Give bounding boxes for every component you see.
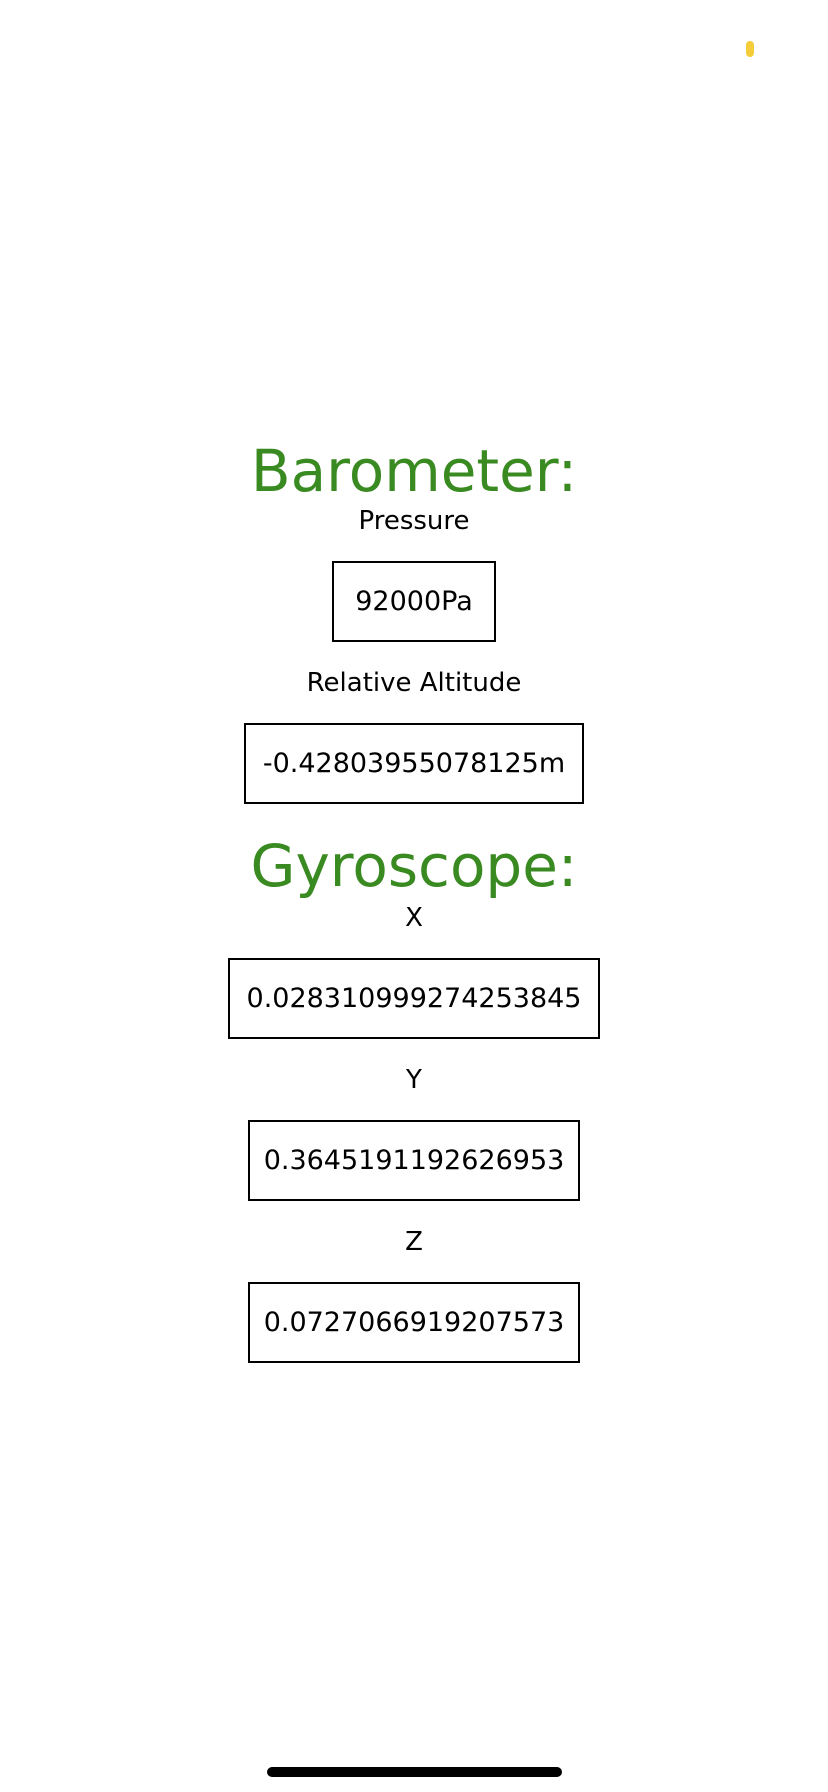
home-indicator[interactable] — [267, 1767, 562, 1777]
relative-altitude-label: Relative Altitude — [306, 668, 522, 698]
gyro-z-value-field: 0.0727066919207573 — [248, 1282, 580, 1363]
relative-altitude-value: -0.42803955078125m — [262, 748, 566, 779]
gyro-x-label: X — [405, 903, 423, 933]
sensor-screen: Barometer: Pressure 92000Pa Relative Alt… — [0, 0, 828, 1792]
gyro-x-value: 0.028310999274253845 — [246, 983, 582, 1014]
pressure-value: 92000Pa — [355, 586, 473, 617]
barometer-title: Barometer: — [250, 437, 578, 505]
gyro-y-value: 0.3645191192626953 — [263, 1145, 565, 1176]
gyro-y-label: Y — [406, 1065, 422, 1095]
gyro-x-value-field: 0.028310999274253845 — [228, 958, 600, 1039]
gyro-z-value: 0.0727066919207573 — [263, 1307, 565, 1338]
gyroscope-title: Gyroscope: — [250, 832, 578, 900]
gyro-z-label: Z — [405, 1227, 423, 1257]
pressure-label: Pressure — [358, 506, 470, 536]
pressure-value-field: 92000Pa — [332, 561, 496, 642]
relative-altitude-value-field: -0.42803955078125m — [244, 723, 584, 804]
gyro-y-value-field: 0.3645191192626953 — [248, 1120, 580, 1201]
